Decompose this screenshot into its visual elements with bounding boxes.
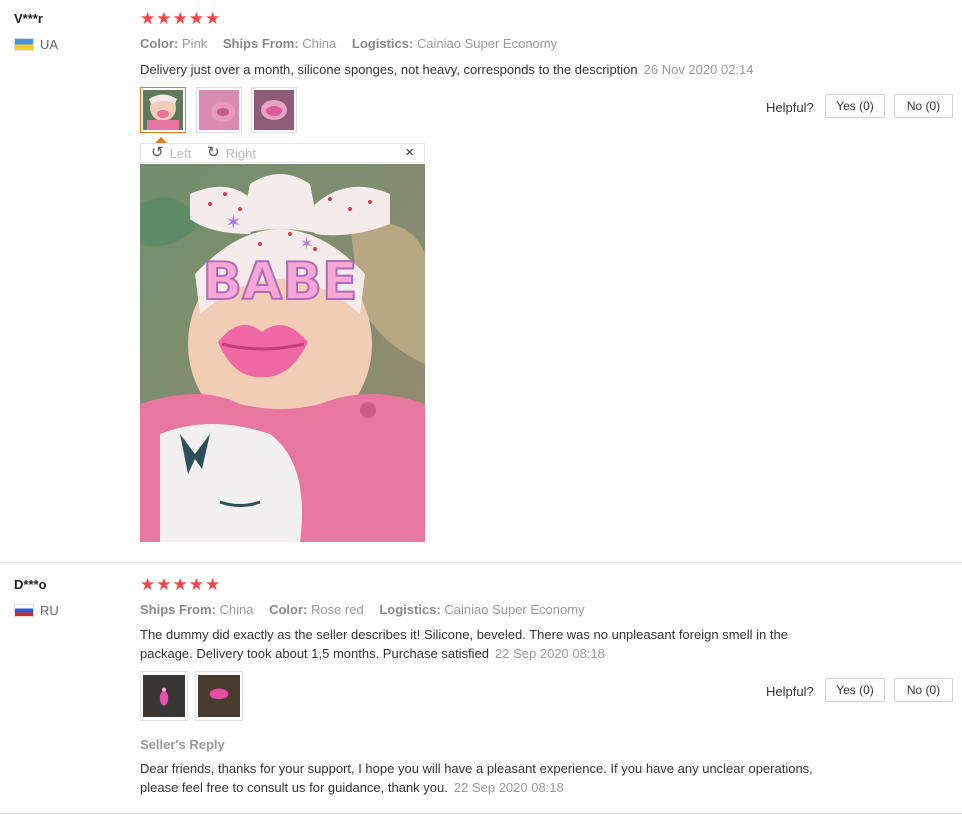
review-item: V***r UA ★★★★★ Color: Pink Ships From: C… <box>0 0 962 562</box>
svg-text:✶: ✶ <box>300 236 313 253</box>
photo-thumb-image <box>198 675 240 717</box>
review-date: 26 Nov 2020 02:14 <box>643 62 754 77</box>
review-date: 22 Sep 2020 08:18 <box>495 646 605 661</box>
flag-icon <box>14 38 34 51</box>
photo-overlay-text: BABE <box>202 252 357 312</box>
helpful-no-button[interactable]: No (0) <box>894 678 953 702</box>
reviewer-name: V***r <box>14 11 43 26</box>
baby-photo: BABE ✶✶✶ <box>140 164 425 542</box>
photo-thumb-image <box>143 90 183 130</box>
review-text: The dummy did exactly as the seller desc… <box>140 627 788 661</box>
review-properties: Color: Pink Ships From: China Logistics:… <box>140 36 558 51</box>
review-item: D***o RU ★★★★★ Ships From: China Color: … <box>0 562 962 814</box>
rotate-right-icon: ↻ <box>207 144 220 161</box>
close-icon[interactable]: × <box>405 144 414 162</box>
review-photo-thumb[interactable] <box>251 87 297 133</box>
photo-viewer-toolbar: ↺ Left ↻ Right × <box>140 137 425 163</box>
active-thumb-pointer <box>155 137 167 143</box>
reviewer-country: UA <box>14 37 58 52</box>
country-code: RU <box>40 603 59 618</box>
star-rating: ★★★★★ <box>140 9 222 28</box>
flag-icon <box>14 604 34 617</box>
helpful-yes-button[interactable]: Yes (0) <box>825 678 885 702</box>
review-photo-large: BABE ✶✶✶ <box>140 164 425 542</box>
helpful-no-button[interactable]: No (0) <box>894 94 953 118</box>
divider <box>0 813 962 814</box>
review-photo-thumb[interactable] <box>140 671 188 721</box>
seller-reply-text: Dear friends, thanks for your support, I… <box>140 761 813 795</box>
star-rating: ★★★★★ <box>140 575 222 594</box>
reviewer-country: RU <box>14 603 59 618</box>
helpful-label: Helpful? <box>766 684 814 699</box>
review-properties: Ships From: China Color: Rose red Logist… <box>140 602 585 617</box>
reviewer-name: D***o <box>14 577 47 592</box>
photo-thumb-image <box>254 90 294 130</box>
review-photo-thumb[interactable] <box>196 87 242 133</box>
country-code: UA <box>40 37 59 52</box>
photo-thumb-image <box>143 675 185 717</box>
svg-text:✶: ✶ <box>225 212 242 234</box>
helpful-yes-button[interactable]: Yes (0) <box>825 94 885 118</box>
rotate-left-button[interactable]: ↺ Left <box>151 145 191 161</box>
rotate-left-icon: ↺ <box>151 144 164 161</box>
helpful-label: Helpful? <box>766 100 814 115</box>
rotate-right-button[interactable]: ↻ Right <box>207 145 256 161</box>
seller-reply-title: Seller's Reply <box>140 737 225 752</box>
review-photo-thumb[interactable] <box>195 671 243 721</box>
review-text: Delivery just over a month, silicone spo… <box>140 62 754 77</box>
review-photo-thumb[interactable] <box>140 87 186 133</box>
photo-thumb-image <box>199 90 239 130</box>
seller-reply-date: 22 Sep 2020 08:18 <box>453 780 564 795</box>
